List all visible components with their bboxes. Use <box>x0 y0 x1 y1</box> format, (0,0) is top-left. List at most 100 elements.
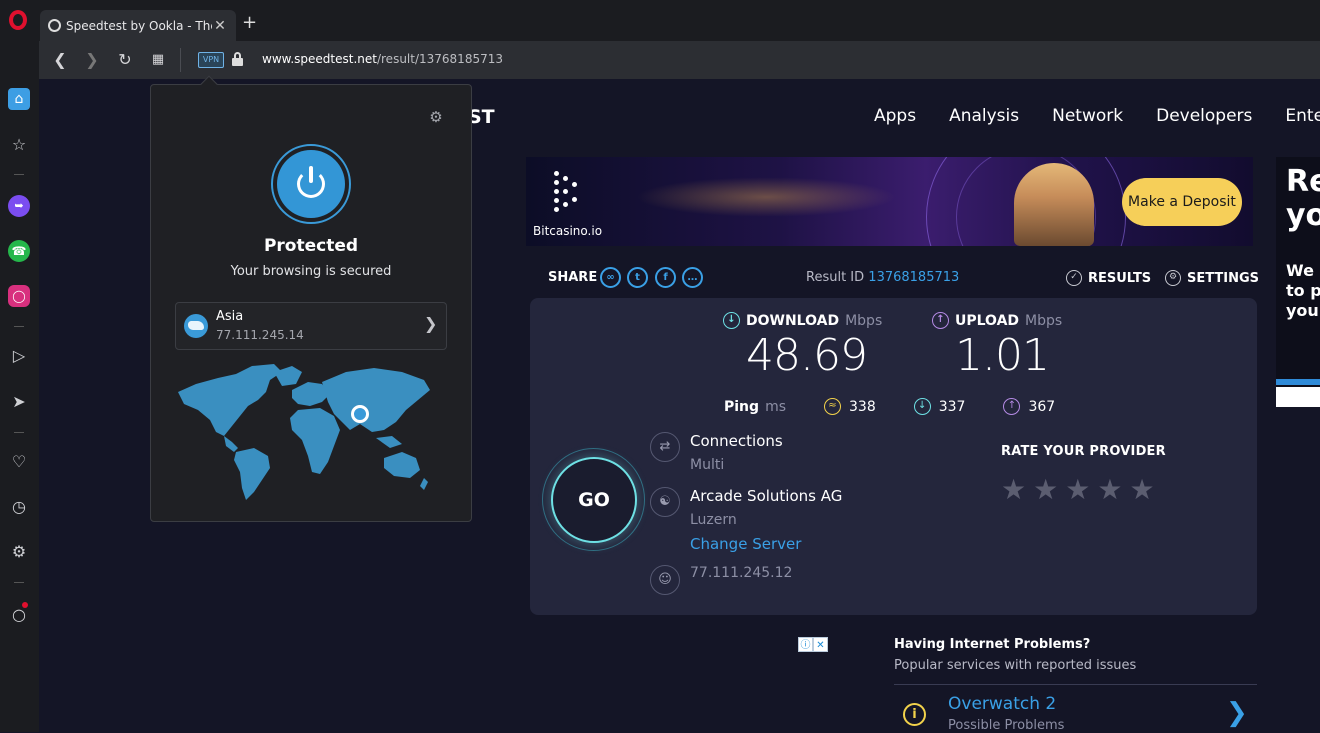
share-label: SHARE <box>548 270 598 285</box>
warning-icon: i <box>903 703 926 726</box>
ping-upload: ↑ 367 <box>1003 398 1055 415</box>
download-latency-icon: ↓ <box>913 398 931 415</box>
gear-icon: ⚙ <box>1165 270 1181 286</box>
ping-idle-value: 338 <box>849 398 876 415</box>
ping-unit: ms <box>765 398 786 415</box>
download-label: DOWNLOAD <box>746 312 840 329</box>
globe-icon: ☯ <box>650 487 680 517</box>
chevron-right-icon[interactable]: ❯ <box>1226 698 1248 728</box>
rating-stars: ★ ★ ★ ★ ★ <box>1001 476 1155 504</box>
upload-value: 1.01 <box>955 330 1050 381</box>
download-arrow-icon: ↓ <box>723 312 740 329</box>
new-tab-button[interactable]: + <box>242 12 257 33</box>
change-server-link[interactable]: Change Server <box>690 535 801 553</box>
banner-ad[interactable]: Bitcasino.io Make a Deposit <box>526 157 1253 246</box>
reload-icon[interactable]: ↻ <box>115 50 135 70</box>
settings-button[interactable]: ⚙ SETTINGS <box>1165 270 1259 286</box>
lightbulb-icon[interactable]: ○ <box>8 602 30 626</box>
star-icon[interactable]: ☆ <box>8 134 30 156</box>
globe-icon <box>184 314 208 338</box>
issue-item-title[interactable]: Overwatch 2 <box>948 694 1056 714</box>
rating-star-icon[interactable]: ★ <box>1001 476 1026 504</box>
results-label: RESULTS <box>1088 270 1152 286</box>
vpn-location-name: Asia <box>216 309 244 324</box>
user-icon: ☺ <box>650 565 680 595</box>
upload-unit: Mbps <box>1025 312 1063 329</box>
play-icon[interactable]: ▷ <box>8 345 30 367</box>
tab-overview-icon[interactable]: ▦ <box>148 50 168 70</box>
instagram-icon[interactable]: ◯ <box>8 285 30 307</box>
banner-person-image <box>1014 163 1094 246</box>
vpn-settings-gear-icon[interactable]: ⚙ <box>428 109 444 125</box>
rating-star-icon[interactable]: ★ <box>1097 476 1122 504</box>
connections-icon: ⇄ <box>650 432 680 462</box>
idle-latency-icon: ≈ <box>824 398 841 415</box>
vpn-power-button[interactable] <box>277 150 345 218</box>
ping-upload-value: 367 <box>1028 398 1056 415</box>
go-button[interactable]: GO <box>551 457 637 543</box>
settings-label: SETTINGS <box>1187 270 1260 286</box>
opera-menu-icon[interactable] <box>9 10 27 30</box>
nav-network[interactable]: Network <box>1052 106 1123 126</box>
main-nav: Apps Analysis Network Developers Ente <box>874 106 1320 126</box>
rating-star-icon[interactable]: ★ <box>1065 476 1090 504</box>
adchoices-icon[interactable]: ⓘ ✕ <box>798 637 828 652</box>
make-deposit-button[interactable]: Make a Deposit <box>1122 178 1242 226</box>
bitcasino-logo-icon <box>554 171 584 217</box>
history-icon[interactable]: ◷ <box>8 496 30 518</box>
send-icon[interactable]: ➤ <box>8 391 30 413</box>
ping-download-value: 337 <box>938 398 966 415</box>
ping-idle: ≈338 <box>824 398 876 415</box>
url-path: /result/13768185713 <box>376 52 503 66</box>
tab-close-icon[interactable]: ✕ <box>212 18 228 34</box>
twitter-icon[interactable]: t <box>627 267 648 288</box>
toolbar-divider <box>180 48 181 72</box>
results-button[interactable]: ✓ RESULTS <box>1066 270 1151 286</box>
banner-brand: Bitcasino.io <box>533 224 603 238</box>
nav-apps[interactable]: Apps <box>874 106 916 126</box>
side-ad-headline: Re yo <box>1286 164 1320 233</box>
side-ad[interactable]: Re yo We a to p your <box>1276 157 1320 407</box>
nav-developers[interactable]: Developers <box>1156 106 1252 126</box>
messenger-icon[interactable]: ➥ <box>8 195 30 217</box>
heart-icon[interactable]: ♡ <box>8 451 30 473</box>
issue-item-subtitle: Possible Problems <box>948 718 1065 733</box>
tab-title: Speedtest by Ookla - The G <box>66 18 212 33</box>
more-share-icon[interactable]: … <box>682 267 703 288</box>
upload-latency-icon: ↑ <box>1003 398 1021 415</box>
nav-enterprise[interactable]: Ente <box>1285 106 1320 126</box>
connections-title: Connections <box>690 432 783 450</box>
rating-star-icon[interactable]: ★ <box>1033 476 1058 504</box>
sidebar-divider <box>14 174 24 175</box>
url-field[interactable]: www.speedtest.net/result/13768185713 <box>262 52 503 66</box>
back-icon[interactable]: ❮ <box>50 50 70 70</box>
vpn-subtitle: Your browsing is secured <box>230 264 392 279</box>
upload-header: ↑ UPLOAD Mbps <box>932 312 1062 329</box>
vpn-badge-button[interactable]: VPN <box>198 52 224 68</box>
rating-star-icon[interactable]: ★ <box>1129 476 1154 504</box>
issues-subtitle: Popular services with reported issues <box>894 658 1137 673</box>
side-ad-stripe <box>1276 379 1320 385</box>
rate-provider-label: RATE YOUR PROVIDER <box>1001 444 1166 459</box>
server-location: Luzern <box>690 512 737 528</box>
upload-arrow-icon: ↑ <box>932 312 949 329</box>
download-header: ↓ DOWNLOAD Mbps <box>723 312 882 329</box>
link-icon[interactable]: ∞ <box>600 267 621 288</box>
issues-divider <box>894 684 1257 685</box>
sidebar-divider <box>14 326 24 327</box>
download-value: 48.69 <box>746 330 868 381</box>
server-name: Arcade Solutions AG <box>690 487 843 505</box>
browser-tab[interactable]: Speedtest by Ookla - The G ✕ <box>40 10 236 41</box>
home-icon[interactable]: ⌂ <box>8 88 30 110</box>
nav-analysis[interactable]: Analysis <box>949 106 1019 126</box>
lock-icon[interactable] <box>232 52 243 66</box>
result-id-link[interactable]: 13768185713 <box>868 270 959 285</box>
banner-glow <box>636 177 896 217</box>
whatsapp-icon[interactable]: ☎ <box>8 240 30 262</box>
forward-icon[interactable]: ❯ <box>82 50 102 70</box>
ping-label: Ping <box>724 398 760 415</box>
sidebar-divider <box>14 432 24 433</box>
chevron-right-icon: ❯ <box>424 314 438 333</box>
facebook-icon[interactable]: f <box>655 267 676 288</box>
gear-icon[interactable]: ⚙ <box>8 541 30 563</box>
